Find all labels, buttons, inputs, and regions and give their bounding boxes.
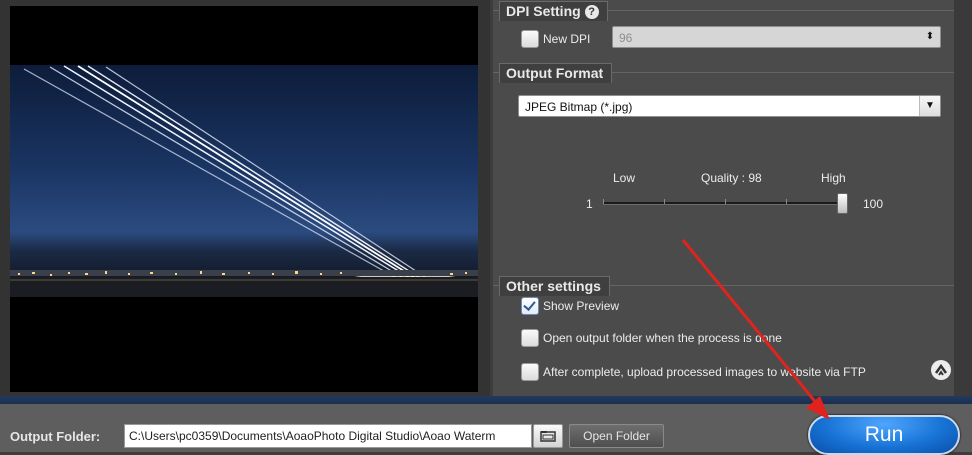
preview-canvas [10, 6, 478, 392]
other-settings-group: Other settings Show Preview Open output … [493, 276, 954, 396]
output-format-title: Output Format [499, 63, 613, 83]
window-edge [954, 0, 972, 396]
output-format-selected: JPEG Bitmap (*.jpg) [525, 100, 633, 114]
show-preview-checkbox[interactable] [521, 297, 539, 315]
slider-tick [664, 199, 665, 204]
quality-high-label: High [821, 171, 846, 185]
settings-panel: DPI Setting? New DPI 96 ⬍ Output Format … [493, 0, 954, 396]
output-format-select[interactable]: JPEG Bitmap (*.jpg) ▼ [518, 95, 941, 117]
open-folder-when-done-checkbox[interactable] [521, 329, 539, 347]
dpi-setting-group: DPI Setting? New DPI 96 ⬍ [493, 1, 954, 59]
run-button[interactable]: Run [808, 415, 960, 455]
other-settings-title: Other settings [499, 276, 610, 296]
dpi-setting-title: DPI Setting? [499, 1, 608, 21]
browse-folder-button[interactable] [533, 424, 563, 448]
dpi-value: 96 [619, 31, 633, 45]
quality-min-label: 1 [586, 197, 593, 211]
slider-tick [603, 199, 604, 204]
dpi-value-combo[interactable]: 96 ⬍ [612, 26, 941, 48]
chevron-down-icon[interactable]: ▼ [919, 96, 940, 116]
bottom-bar: Output Folder: C:\Users\pc0359\Documents… [0, 404, 972, 455]
dpi-setting-title-text: DPI Setting [506, 3, 581, 19]
show-preview-label: Show Preview [543, 299, 620, 313]
help-icon[interactable]: ? [584, 5, 599, 19]
new-dpi-checkbox[interactable] [521, 30, 539, 48]
preview-image [10, 65, 478, 297]
quality-max-label: 100 [863, 197, 884, 211]
folder-browse-icon [540, 430, 556, 445]
open-folder-button[interactable]: Open Folder [569, 424, 664, 448]
output-folder-label: Output Folder: [10, 429, 101, 444]
ftp-upload-label: After complete, upload processed images … [543, 365, 866, 379]
status-strip [0, 396, 972, 404]
quality-slider[interactable] [603, 193, 849, 214]
open-folder-when-done-label: Open output folder when the process is d… [543, 331, 782, 345]
slider-tick [725, 199, 726, 204]
ftp-upload-checkbox[interactable] [521, 363, 539, 381]
quality-caption: Quality : 98 [701, 171, 762, 185]
quality-slider-thumb[interactable] [837, 193, 849, 214]
new-dpi-label: New DPI [543, 32, 591, 46]
updown-spinner-icon[interactable]: ⬍ [920, 27, 940, 47]
slider-tick [786, 199, 787, 204]
quality-low-label: Low [613, 171, 636, 185]
output-format-group: Output Format JPEG Bitmap (*.jpg) ▼ Low … [493, 63, 954, 263]
preview-panel [0, 0, 490, 398]
output-folder-path-input[interactable]: C:\Users\pc0359\Documents\AoaoPhoto Digi… [124, 424, 532, 448]
ftp-settings-icon[interactable] [931, 360, 951, 380]
